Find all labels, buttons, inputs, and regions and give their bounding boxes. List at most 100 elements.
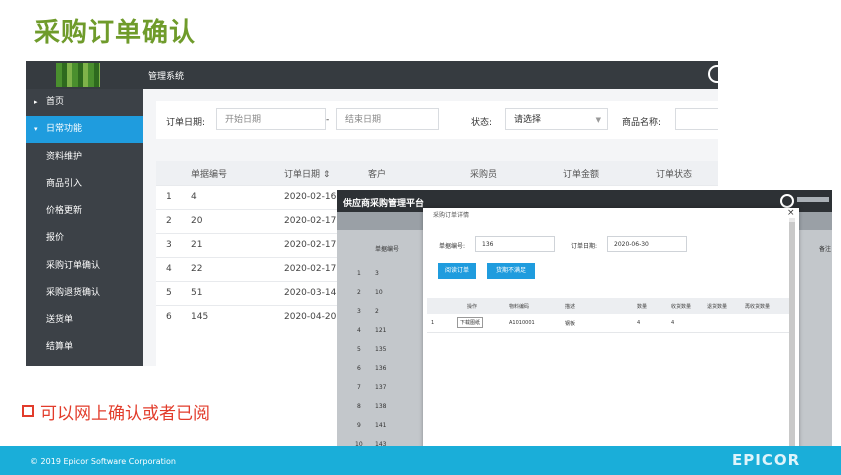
bullet-square-icon bbox=[22, 405, 34, 417]
column-header: 再收货数量 bbox=[745, 304, 771, 310]
sidebar-item-return-confirm[interactable]: 采购退货确认 bbox=[26, 280, 143, 307]
app-header bbox=[26, 61, 718, 89]
sidebar-item-product-intro[interactable]: 商品引入 bbox=[26, 171, 143, 198]
column-header: 操作 bbox=[467, 304, 478, 310]
sidebar-item-label: 报价 bbox=[46, 233, 65, 243]
bg-doc-number: 141 bbox=[375, 422, 387, 429]
sidebar-item-label: 价格更新 bbox=[46, 206, 83, 216]
sidebar: ▸ 首页 ▾ 日常功能 资料维护 商品引入 价格更新 报价 采购订单确认 采购退… bbox=[26, 89, 143, 366]
sidebar-item-home[interactable]: ▸ 首页 bbox=[26, 89, 143, 116]
order-date-label: 订单日期: bbox=[571, 243, 598, 250]
bg-row-index: 7 bbox=[357, 384, 361, 391]
column-header[interactable]: 采购员 bbox=[470, 167, 497, 180]
username-redacted bbox=[797, 197, 829, 202]
product-name-label: 商品名称: bbox=[622, 118, 662, 128]
column-header[interactable]: 订单状态 bbox=[656, 167, 692, 180]
scrollbar-thumb[interactable] bbox=[789, 222, 795, 452]
bg-row-index: 5 bbox=[357, 346, 361, 353]
order-date: 2020-02-17 0 bbox=[284, 216, 345, 226]
sidebar-item-delivery[interactable]: 送货单 bbox=[26, 307, 143, 334]
bg-column-header: 单据编号 bbox=[375, 246, 400, 253]
sidebar-item-label: 资料维护 bbox=[46, 152, 83, 162]
column-header[interactable]: 单据编号 bbox=[191, 167, 227, 180]
table-header: 单据编号 订单日期 ⇕ 客户 采购员 订单金额 订单状态 bbox=[156, 161, 718, 185]
doc-number: 21 bbox=[191, 240, 203, 250]
sidebar-item-label: 商品引入 bbox=[46, 179, 83, 189]
app-logo bbox=[56, 63, 100, 87]
chevron-down-icon: ▼ bbox=[595, 116, 601, 124]
bg-doc-number: 138 bbox=[375, 403, 387, 410]
column-header: 物料编码 bbox=[509, 304, 530, 310]
bg-row-index: 4 bbox=[357, 327, 361, 334]
column-header: 退货数量 bbox=[707, 304, 728, 310]
sidebar-item-daily[interactable]: ▾ 日常功能 bbox=[26, 116, 143, 143]
sidebar-item-master-data[interactable]: 资料维护 bbox=[26, 144, 143, 171]
status-select-value: 请选择 bbox=[514, 115, 542, 125]
read-order-button[interactable]: 阅读订单 bbox=[438, 263, 476, 279]
order-detail-modal: 采购订单详情 × 单据编号: 136 订单日期: 2020-06-30 阅读订单… bbox=[423, 208, 799, 475]
bg-doc-number: 2 bbox=[375, 308, 379, 315]
modal-title: 采购订单详情 bbox=[433, 212, 470, 219]
order-date: 2020-02-17 0 bbox=[284, 240, 345, 250]
row-index: 4 bbox=[166, 264, 172, 274]
bg-row-index: 3 bbox=[357, 308, 361, 315]
chevron-right-icon: ▸ bbox=[34, 98, 38, 106]
bg-row-index: 2 bbox=[357, 289, 361, 296]
column-header[interactable]: 订单金额 bbox=[563, 167, 599, 180]
download-drawing-button[interactable]: 下载图纸 bbox=[457, 317, 484, 328]
sidebar-item-quote[interactable]: 报价 bbox=[26, 225, 143, 252]
start-date-input[interactable]: 开始日期 bbox=[216, 108, 326, 130]
row-index: 1 bbox=[431, 320, 435, 326]
quantity: 4 bbox=[637, 320, 641, 326]
order-date: 2020-02-17 0 bbox=[284, 264, 345, 274]
copyright: © 2019 Epicor Software Corporation bbox=[30, 457, 176, 466]
material-code: A1010001 bbox=[509, 320, 535, 326]
supplier-portal-screenshot: 单据编号 备注 1 3 2 10 3 2 4 121 5 135 6 136 7… bbox=[337, 190, 832, 475]
sidebar-item-label: 日常功能 bbox=[46, 124, 83, 134]
detail-table-header: 操作 物料编码 描述 数量 收货数量 退货数量 再收货数量 bbox=[427, 298, 789, 314]
sidebar-item-price-update[interactable]: 价格更新 bbox=[26, 198, 143, 225]
row-index: 6 bbox=[166, 312, 172, 322]
column-header: 描述 bbox=[565, 304, 576, 310]
doc-number: 51 bbox=[191, 288, 203, 298]
doc-number-field[interactable]: 136 bbox=[475, 236, 555, 252]
app-title: 管理系统 bbox=[148, 72, 185, 82]
bg-doc-number: 137 bbox=[375, 384, 387, 391]
end-date-input[interactable]: 结束日期 bbox=[336, 108, 439, 130]
bg-doc-number: 135 bbox=[375, 346, 387, 353]
filter-bar: 订单日期: 开始日期 - 结束日期 状态: 请选择 ▼ 商品名称: bbox=[156, 101, 718, 139]
order-date: 2020-03-14 0 bbox=[284, 288, 345, 298]
bg-row-index: 8 bbox=[357, 403, 361, 410]
row-index: 3 bbox=[166, 240, 172, 250]
detail-table-row: 1 下载图纸 A1010001 钢板 4 4 bbox=[427, 314, 789, 333]
order-date: 2020-02-16 0 bbox=[284, 192, 345, 202]
status-select[interactable]: 请选择 ▼ bbox=[505, 108, 608, 130]
doc-number: 22 bbox=[191, 264, 203, 274]
bg-doc-number: 121 bbox=[375, 327, 387, 334]
order-date-field[interactable]: 2020-06-30 bbox=[607, 236, 687, 252]
column-header: 收货数量 bbox=[671, 304, 692, 310]
sidebar-item-settlement[interactable]: 结算单 bbox=[26, 334, 143, 361]
date-separator: - bbox=[326, 115, 330, 125]
column-header: 数量 bbox=[637, 304, 648, 310]
column-header[interactable]: 客户 bbox=[368, 167, 386, 180]
status-label: 状态: bbox=[471, 118, 493, 128]
sidebar-item-label: 采购退货确认 bbox=[46, 288, 101, 298]
sidebar-item-label: 首页 bbox=[46, 97, 65, 107]
delivery-unsatisfied-button[interactable]: 货期不满足 bbox=[487, 263, 535, 279]
product-name-input[interactable] bbox=[675, 108, 718, 130]
order-date-label: 订单日期: bbox=[166, 118, 206, 128]
order-date: 2020-04-20 0 bbox=[284, 312, 345, 322]
sidebar-item-po-confirm[interactable]: 采购订单确认 bbox=[26, 253, 143, 280]
row-index: 5 bbox=[166, 288, 172, 298]
doc-number-label: 单据编号: bbox=[439, 243, 466, 250]
chevron-down-icon: ▾ bbox=[34, 125, 38, 133]
close-icon[interactable]: × bbox=[787, 208, 795, 218]
brand-logo: EPICOR bbox=[732, 451, 801, 469]
column-header[interactable]: 订单日期 ⇕ bbox=[284, 167, 330, 180]
bg-row-index: 9 bbox=[357, 422, 361, 429]
sidebar-item-label: 送货单 bbox=[46, 315, 74, 325]
received-quantity: 4 bbox=[671, 320, 675, 326]
user-icon[interactable] bbox=[780, 194, 794, 208]
slide-title: 采购订单确认 bbox=[34, 18, 197, 48]
